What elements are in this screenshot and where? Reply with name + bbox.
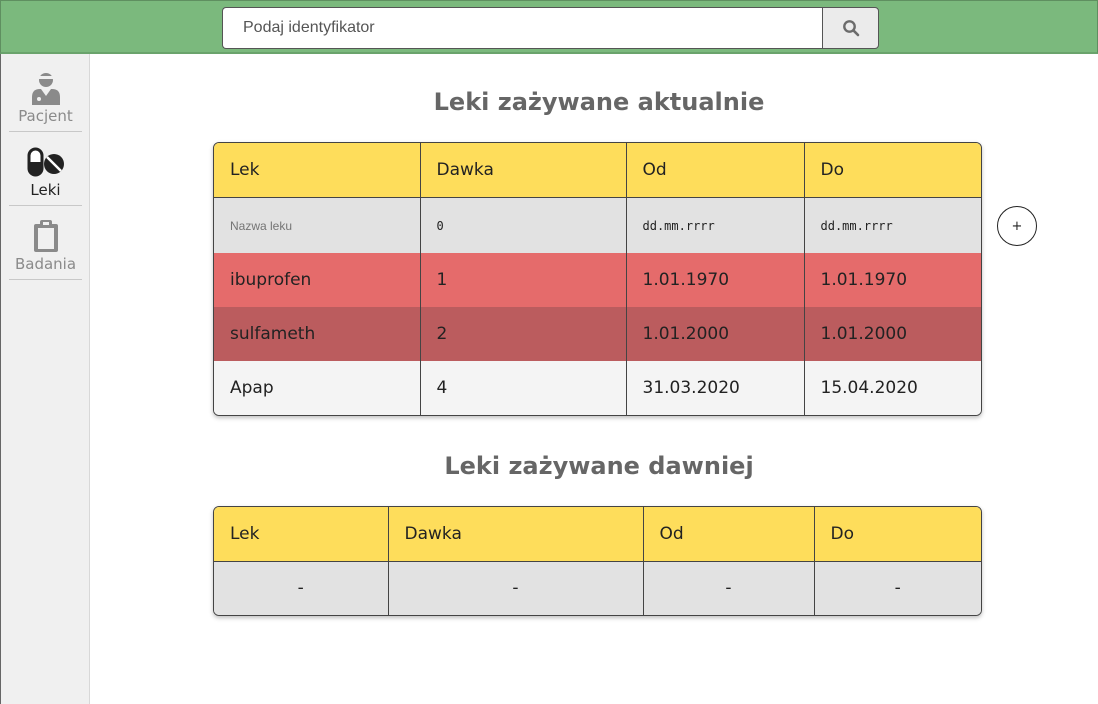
current-meds-title: Leki zażywane aktualnie bbox=[433, 88, 765, 116]
search-input[interactable] bbox=[222, 7, 822, 49]
from-date-cell: 1.01.2000 bbox=[626, 307, 805, 361]
to-date-cell: - bbox=[814, 561, 981, 615]
from-date-input[interactable] bbox=[642, 219, 788, 234]
top-bar bbox=[0, 0, 1098, 54]
to-date-cell: 1.01.2000 bbox=[804, 307, 981, 361]
column-header: Do bbox=[804, 143, 981, 198]
dose-cell: - bbox=[388, 561, 644, 615]
search-icon bbox=[842, 20, 859, 37]
dose-input[interactable] bbox=[436, 219, 607, 234]
sidebar-item-label: Leki bbox=[30, 181, 61, 199]
med-name-input[interactable] bbox=[230, 219, 401, 234]
search-button[interactable] bbox=[822, 7, 879, 49]
column-header: Od bbox=[643, 507, 815, 562]
med-name-cell: sulfameth bbox=[214, 307, 421, 361]
add-med-button[interactable]: + bbox=[997, 206, 1037, 246]
column-header: Dawka bbox=[420, 143, 627, 198]
table-header-row: Lek Dawka Od Do bbox=[214, 507, 981, 562]
column-header: Od bbox=[626, 143, 805, 198]
patient-icon bbox=[30, 70, 62, 106]
dose-cell: 1 bbox=[420, 253, 627, 307]
sidebar: Pacjent Leki Badania bbox=[0, 54, 90, 704]
search-bar bbox=[222, 7, 879, 49]
med-name-cell: ibuprofen bbox=[214, 253, 421, 307]
dose-cell: 4 bbox=[420, 361, 627, 415]
sidebar-item-label: Pacjent bbox=[18, 107, 73, 125]
table-row: - - - - bbox=[214, 561, 981, 615]
table-row[interactable]: ibuprofen 1 1.01.1970 1.01.1970 bbox=[214, 253, 981, 307]
clipboard-icon bbox=[32, 218, 60, 254]
new-med-input-row bbox=[214, 197, 981, 253]
table-row[interactable]: Apap 4 31.03.2020 15.04.2020 bbox=[214, 361, 981, 415]
current-meds-table: Lek Dawka Od Do ibuprofen 1 1.01.1970 1.… bbox=[213, 142, 982, 416]
column-header: Lek bbox=[214, 143, 421, 198]
sidebar-item-patient[interactable]: Pacjent bbox=[9, 58, 82, 132]
column-header: Do bbox=[814, 507, 981, 562]
past-meds-table: Lek Dawka Od Do - - - - bbox=[213, 506, 982, 616]
past-meds-title: Leki zażywane dawniej bbox=[444, 452, 754, 480]
sidebar-item-label: Badania bbox=[14, 255, 77, 273]
med-name-cell: - bbox=[214, 561, 389, 615]
to-date-cell: 1.01.1970 bbox=[804, 253, 981, 307]
to-date-cell: 15.04.2020 bbox=[804, 361, 981, 415]
from-date-cell: - bbox=[643, 561, 815, 615]
pills-icon bbox=[26, 144, 66, 180]
to-date-input[interactable] bbox=[820, 219, 965, 234]
table-row[interactable]: sulfameth 2 1.01.2000 1.01.2000 bbox=[214, 307, 981, 361]
from-date-cell: 1.01.1970 bbox=[626, 253, 805, 307]
dose-cell: 2 bbox=[420, 307, 627, 361]
sidebar-item-meds[interactable]: Leki bbox=[9, 132, 82, 206]
column-header: Lek bbox=[214, 507, 389, 562]
column-header: Dawka bbox=[388, 507, 644, 562]
med-name-cell: Apap bbox=[214, 361, 421, 415]
sidebar-item-tests[interactable]: Badania bbox=[9, 206, 82, 280]
table-header-row: Lek Dawka Od Do bbox=[214, 143, 981, 198]
from-date-cell: 31.03.2020 bbox=[626, 361, 805, 415]
